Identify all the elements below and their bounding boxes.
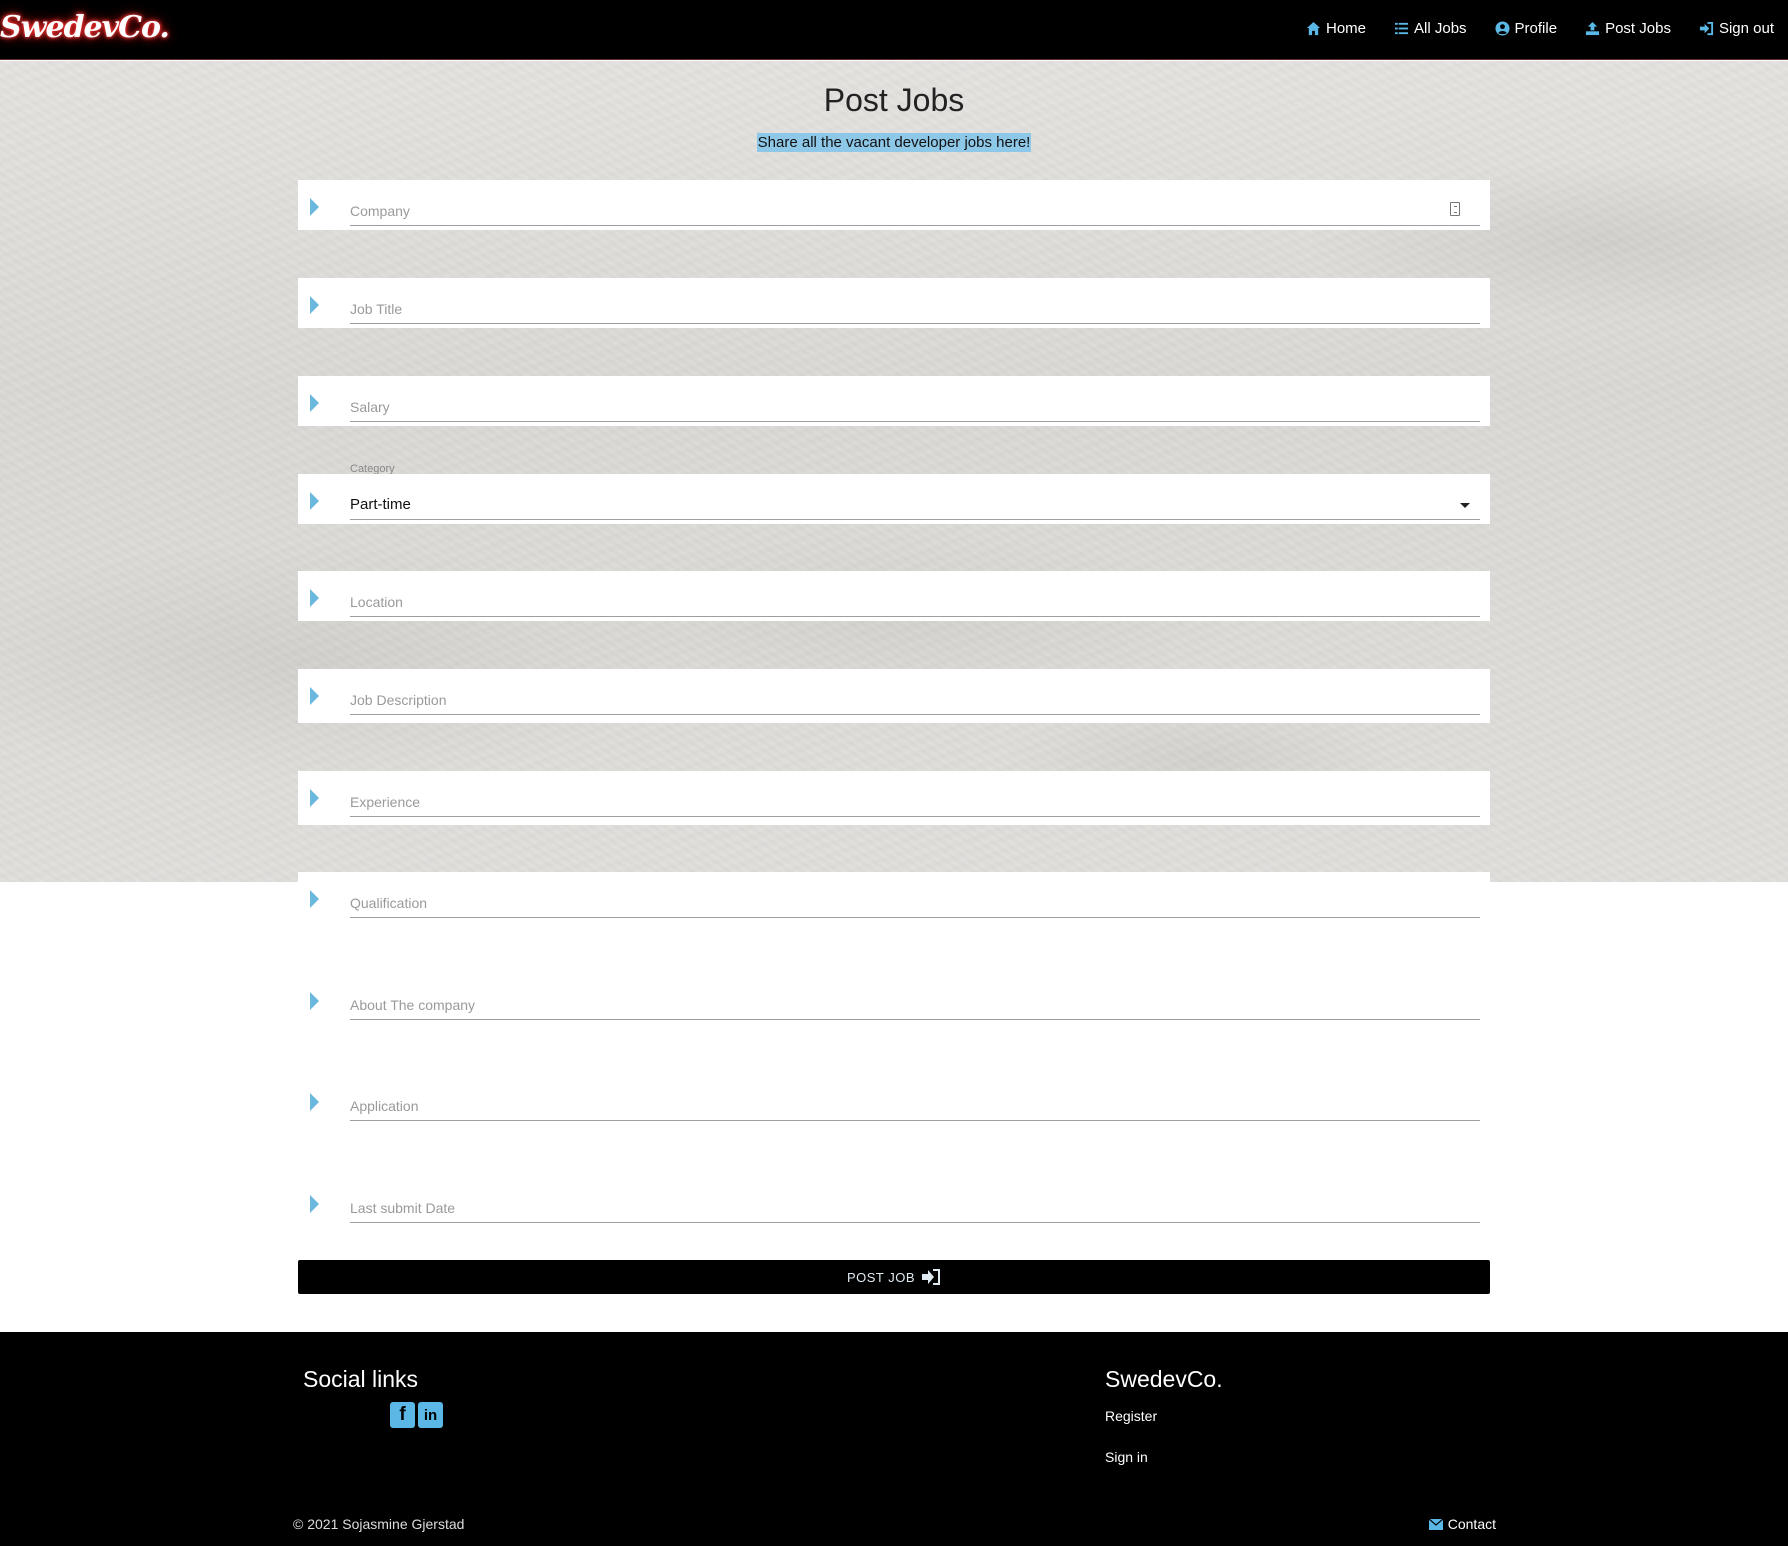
nav-sign-out[interactable]: Sign out [1699, 20, 1774, 37]
salary-input[interactable] [350, 394, 1480, 420]
page-title: Post Jobs [823, 82, 965, 118]
application-row [298, 1075, 1490, 1129]
caret-right-icon [310, 687, 319, 705]
about-company-field-wrap [350, 992, 1480, 1020]
caret-right-icon [310, 589, 319, 607]
upload-icon [1586, 21, 1600, 36]
experience-field-wrap [350, 789, 1480, 817]
salary-row [298, 376, 1490, 426]
nav-sign-out-label: Sign out [1718, 20, 1774, 37]
footer-brand: SwedevCo. [1105, 1366, 1223, 1392]
qualification-row [298, 872, 1490, 926]
caret-right-icon [310, 394, 319, 412]
footer-register-link[interactable]: Register [1105, 1408, 1157, 1424]
page-subtitle: Share all the vacant developer jobs here… [756, 133, 1032, 152]
subtitle-container: Share all the vacant developer jobs here… [0, 133, 1788, 152]
list-icon [1394, 22, 1409, 35]
footer-sign-in-link[interactable]: Sign in [1105, 1449, 1148, 1465]
job-title-row [298, 278, 1490, 328]
caret-right-icon [310, 789, 319, 807]
post-job-button-label: POST JOB [846, 1269, 916, 1285]
job-description-row [298, 669, 1490, 723]
category-row: Part-time [298, 474, 1490, 524]
caret-right-icon [310, 198, 319, 216]
caret-right-icon [310, 1195, 319, 1213]
copyright: © 2021 Sojasmine Gjerstad [293, 1516, 465, 1532]
footer: Social links f in SwedevCo. Register Sig… [0, 1332, 1788, 1546]
contact-link[interactable]: Contact [1428, 1516, 1496, 1532]
nav-post-jobs[interactable]: Post Jobs [1585, 20, 1671, 37]
experience-input[interactable] [350, 789, 1480, 815]
company-row [298, 180, 1490, 230]
sign-out-icon [1699, 21, 1714, 36]
last-submit-date-field-wrap [350, 1195, 1480, 1223]
nav-home-label: Home [1326, 20, 1367, 37]
social-links-title: Social links [303, 1366, 419, 1392]
nav-profile-label: Profile [1514, 20, 1558, 37]
home-icon [1306, 21, 1321, 36]
user-circle-icon [1495, 21, 1510, 36]
social-icons: f in [390, 1402, 443, 1428]
location-input[interactable] [350, 589, 1480, 615]
nav-menu: Home All Jobs Profile Post Jobs Sign out [1306, 20, 1774, 37]
nav-all-jobs[interactable]: All Jobs [1394, 20, 1467, 37]
caret-right-icon [310, 992, 319, 1010]
chevron-down-icon [1460, 503, 1470, 508]
post-job-button[interactable]: POST JOB [298, 1260, 1490, 1294]
nav-home[interactable]: Home [1306, 20, 1366, 37]
location-field-wrap [350, 589, 1480, 617]
qualification-input[interactable] [350, 890, 1480, 916]
nav-profile[interactable]: Profile [1495, 20, 1558, 37]
job-title-input[interactable] [350, 296, 1480, 322]
caret-right-icon [310, 296, 319, 314]
caret-right-icon [310, 492, 319, 510]
sign-in-icon [922, 1269, 941, 1285]
about-company-input[interactable] [350, 992, 1480, 1018]
company-input[interactable] [350, 198, 1480, 224]
about-company-row [298, 974, 1490, 1028]
job-description-input[interactable] [350, 687, 1480, 713]
qualification-field-wrap [350, 890, 1480, 918]
job-description-field-wrap [350, 687, 1480, 715]
category-select[interactable]: Part-time [350, 492, 1480, 520]
navbar: SwedevCo. Home All Jobs Profile Post Job… [0, 0, 1788, 60]
salary-field-wrap [350, 394, 1480, 422]
job-title-field-wrap [350, 296, 1480, 324]
caret-right-icon [310, 1093, 319, 1111]
last-submit-date-row [298, 1177, 1490, 1231]
company-field-wrap [350, 198, 1480, 226]
application-input[interactable] [350, 1093, 1480, 1119]
facebook-icon[interactable]: f [390, 1402, 415, 1428]
caret-right-icon [310, 890, 319, 908]
experience-row [298, 771, 1490, 825]
contact-label: Contact [1447, 1516, 1496, 1532]
category-selected-value: Part-time [350, 496, 411, 513]
nav-all-jobs-label: All Jobs [1414, 20, 1467, 37]
location-row [298, 571, 1490, 621]
envelope-icon [1428, 1518, 1443, 1530]
application-field-wrap [350, 1093, 1480, 1121]
autofill-contact-icon[interactable] [1450, 202, 1460, 216]
brand-logo[interactable]: SwedevCo. [0, 10, 170, 45]
last-submit-date-input[interactable] [350, 1195, 1480, 1221]
linkedin-icon[interactable]: in [418, 1402, 443, 1428]
nav-post-jobs-label: Post Jobs [1605, 20, 1671, 37]
